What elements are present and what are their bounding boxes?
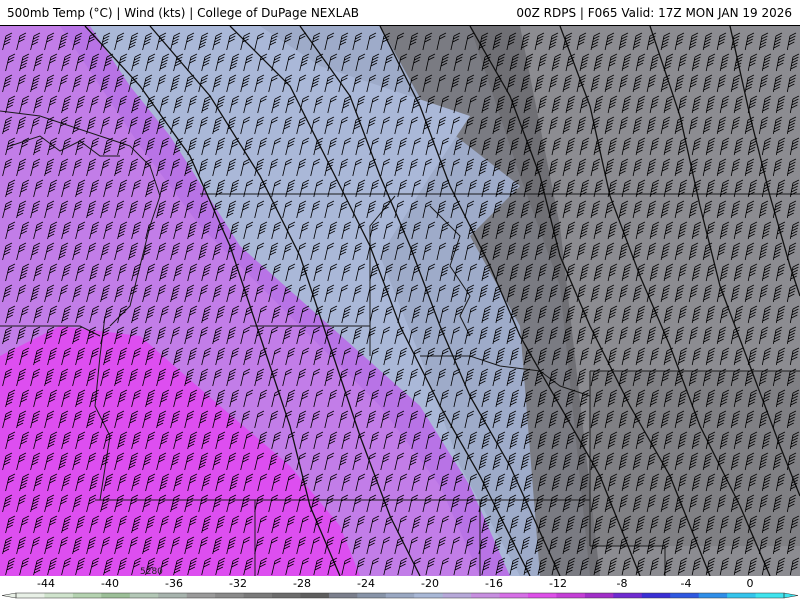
- colorbar-swatch: [16, 593, 45, 598]
- colorbar-tick-label: -16: [485, 577, 503, 590]
- colorbar-swatch: [328, 593, 358, 598]
- model-valid-time: 00Z RDPS | F065 Valid: 17Z MON JAN 19 20…: [516, 6, 792, 20]
- colorbar-tick-label: -24: [357, 577, 375, 590]
- colorbar-swatch: [44, 593, 74, 598]
- colorbar-tick-label: -20: [421, 577, 439, 590]
- weather-map: 5280: [0, 26, 800, 576]
- colorbar-swatch: [158, 593, 188, 598]
- colorbar-tick-label: -44: [37, 577, 55, 590]
- colorbar-tick-label: -40: [101, 577, 119, 590]
- colorbar-min-arrow: [1, 592, 17, 599]
- colorbar-swatch: [186, 593, 216, 598]
- colorbar-swatch: [300, 593, 330, 598]
- map-canvas: [0, 26, 800, 576]
- colorbar-swatch: [499, 593, 529, 598]
- colorbar-swatch: [755, 593, 785, 598]
- temperature-colorbar: -44 -40 -36 -32 -28 -24 -20 -16 -12 -8 -4 0: [0, 576, 800, 600]
- colorbar-tick-label: 0: [746, 577, 754, 590]
- colorbar-swatch: [613, 593, 643, 598]
- colorbar-swatch: [215, 593, 244, 598]
- product-title: 500mb Temp (°C) | Wind (kts) | College o…: [7, 6, 360, 20]
- colorbar-tick-label: -12: [549, 577, 567, 590]
- colorbar-swatch: [471, 593, 500, 598]
- colorbar-swatch: [414, 593, 444, 598]
- colorbar-swatch: [243, 593, 273, 598]
- colorbar-tick-label: -4: [680, 577, 692, 590]
- colorbar-swatch: [670, 593, 700, 598]
- colorbar-swatch: [101, 593, 131, 598]
- colorbar-swatch: [442, 593, 472, 598]
- colorbar-tick-label: -32: [229, 577, 247, 590]
- colorbar-swatch: [129, 593, 159, 598]
- colorbar-swatch: [698, 593, 728, 598]
- colorbar-max-arrow: [783, 592, 799, 599]
- colorbar-tick-label: -36: [165, 577, 183, 590]
- colorbar-swatch: [357, 593, 387, 598]
- colorbar-swatch: [556, 593, 586, 598]
- colorbar-swatch: [272, 593, 301, 598]
- colorbar-swatch: [385, 593, 415, 598]
- colorbar-swatch: [528, 593, 557, 598]
- colorbar-swatch: [641, 593, 671, 598]
- colorbar-swatch: [727, 593, 756, 598]
- map-header: 500mb Temp (°C) | Wind (kts) | College o…: [0, 0, 800, 26]
- colorbar-swatch: [72, 593, 102, 598]
- height-contour-label: 5280: [140, 567, 163, 576]
- colorbar-tick-label: -28: [293, 577, 311, 590]
- temperature-shading: [0, 26, 800, 576]
- colorbar-swatch: [584, 593, 614, 598]
- colorbar-tick-label: -8: [616, 577, 628, 590]
